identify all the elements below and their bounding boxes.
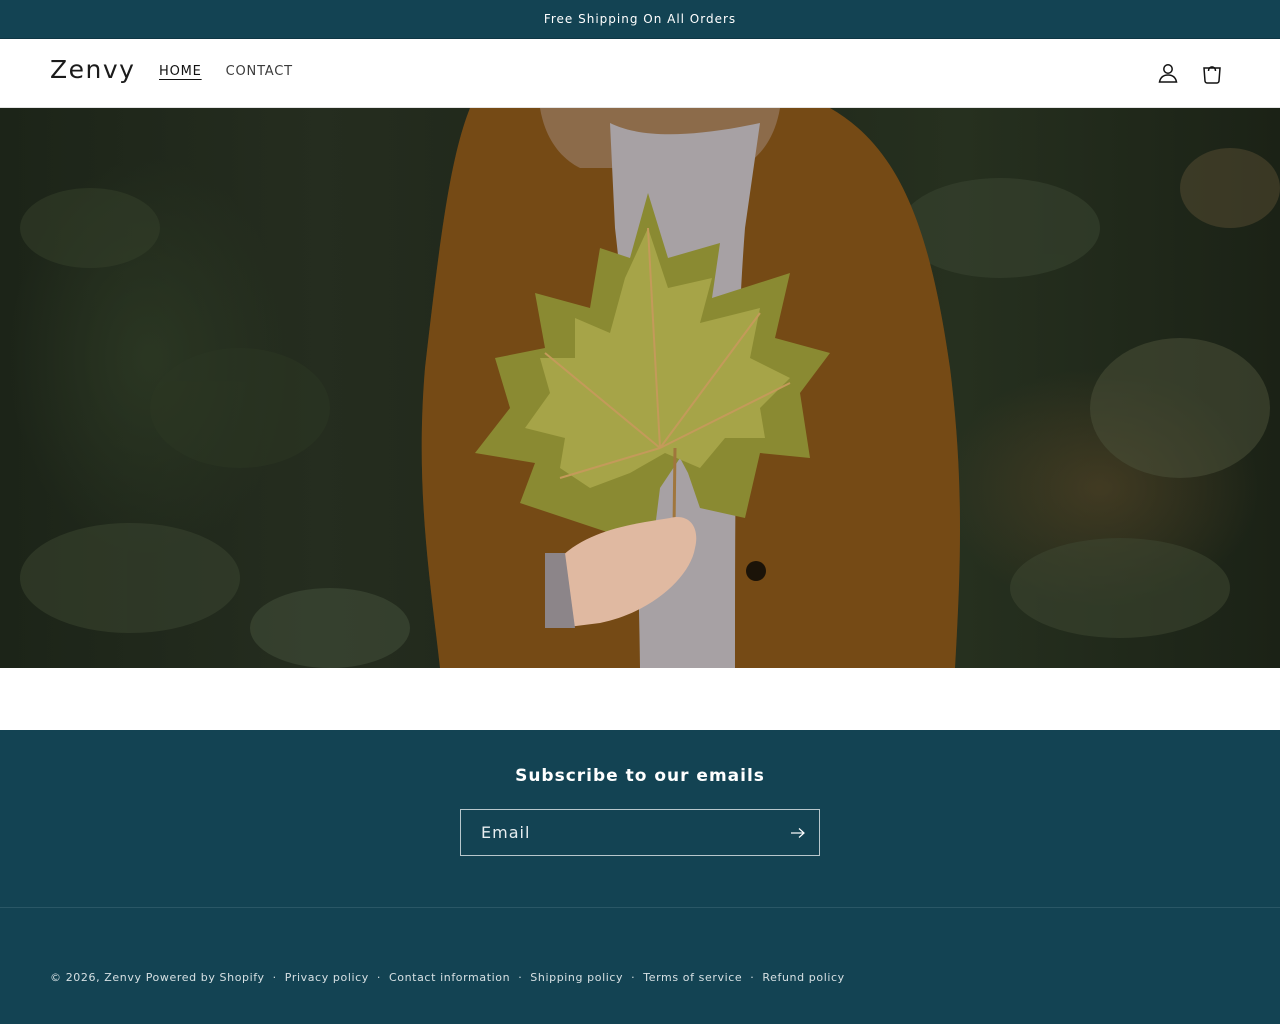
footer-separator: ·	[750, 971, 755, 984]
announcement-text: Free Shipping On All Orders	[543, 12, 737, 26]
hero-image	[20, 108, 1280, 668]
policy-link-shipping[interactable]: Shipping policy	[530, 971, 623, 984]
announcement-bar: Free Shipping On All Orders	[0, 0, 1280, 39]
policy-link-terms[interactable]: Terms of service	[643, 971, 742, 984]
arrow-right-icon[interactable]	[789, 824, 807, 842]
site-header: Zenvy HOME CONTACT	[0, 39, 1280, 108]
cart-icon[interactable]	[1200, 61, 1224, 85]
main-nav: HOME CONTACT	[159, 64, 293, 81]
policy-link-contact-information[interactable]: Contact information	[389, 971, 510, 984]
nav-home[interactable]: HOME	[159, 64, 202, 81]
policy-link-refund[interactable]: Refund policy	[762, 971, 844, 984]
footer-separator: ·	[272, 971, 277, 984]
account-icon[interactable]	[1156, 61, 1180, 85]
powered-by-link[interactable]: Powered by Shopify	[146, 971, 265, 984]
footer-store-link[interactable]: Zenvy	[104, 971, 141, 984]
hero-banner	[0, 108, 1280, 668]
footer-separator: ·	[631, 971, 636, 984]
header-icons	[1156, 61, 1224, 85]
copyright-text: © 2026,	[50, 971, 101, 984]
policy-link-privacy[interactable]: Privacy policy	[285, 971, 369, 984]
newsletter-title: Subscribe to our emails	[515, 766, 765, 786]
newsletter-form	[460, 809, 820, 856]
footer-separator: ·	[518, 971, 523, 984]
footer-bottom: © 2026, Zenvy Powered by Shopify · Priva…	[50, 971, 845, 984]
site-footer: Subscribe to our emails © 2026, Zenvy Po…	[0, 730, 1280, 1024]
email-input[interactable]	[461, 810, 781, 855]
footer-divider	[0, 907, 1280, 908]
footer-separator: ·	[376, 971, 381, 984]
nav-contact[interactable]: CONTACT	[226, 64, 293, 81]
store-logo[interactable]: Zenvy	[50, 55, 135, 84]
